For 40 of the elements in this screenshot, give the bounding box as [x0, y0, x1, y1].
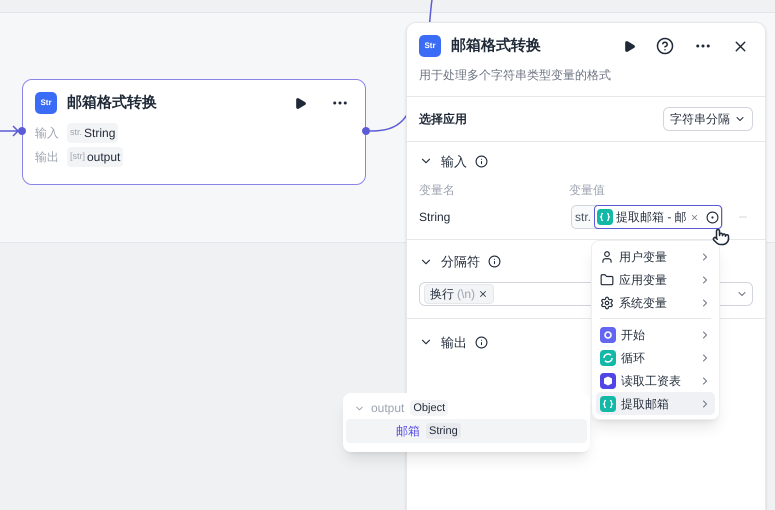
menu-item[interactable]: 开始 — [596, 323, 715, 346]
help-icon[interactable] — [656, 37, 674, 56]
menu-item[interactable]: 循环 — [596, 346, 715, 369]
variable-picker-icon[interactable] — [706, 210, 719, 224]
column-header: 变量值 — [569, 182, 605, 199]
menu-item[interactable]: 用户变量 — [596, 245, 715, 268]
app-label: 选择应用 — [419, 110, 467, 128]
node-title: 邮箱格式转换 — [67, 93, 157, 113]
app-select[interactable]: 字符串分隔 — [663, 106, 753, 130]
info-icon[interactable] — [475, 154, 488, 168]
start-node-icon — [600, 326, 616, 342]
loop-node-icon — [600, 350, 616, 366]
code-node-icon — [597, 209, 614, 225]
column-header: 变量名 — [419, 182, 456, 199]
remove-icon[interactable] — [478, 288, 488, 298]
user-icon — [600, 250, 614, 264]
row-label: 输出 — [35, 148, 59, 166]
panel-logo-icon: Str — [419, 35, 441, 58]
section-title: 分隔符 — [441, 253, 480, 271]
node-logo-icon: Str — [35, 92, 57, 114]
variable-value-field[interactable]: str. 提取邮箱 - 邮 — [571, 205, 723, 229]
info-icon[interactable] — [475, 336, 488, 349]
menu-item[interactable]: 读取工资表 — [596, 369, 715, 392]
run-icon[interactable] — [623, 40, 636, 53]
box-node-icon — [600, 372, 616, 388]
section-title: 输入 — [441, 152, 467, 170]
folder-icon — [600, 272, 614, 286]
info-icon[interactable] — [488, 255, 501, 268]
type-tag: Object — [410, 400, 448, 416]
code-node-icon — [600, 396, 616, 412]
separator-tag: 换行 (\n) — [424, 284, 494, 304]
variable-name: String — [419, 209, 452, 226]
panel-description: 用于处理多个字符串类型变量的格式 — [419, 66, 612, 84]
run-icon[interactable] — [294, 96, 307, 110]
row-label: 输入 — [35, 124, 59, 142]
tree-item[interactable]: 邮箱 String — [346, 419, 587, 443]
panel-title: 邮箱格式转换 — [451, 36, 541, 56]
menu-item[interactable]: 提取邮箱 — [596, 392, 715, 415]
section-title: 输出 — [441, 334, 467, 352]
gear-icon — [600, 296, 614, 310]
